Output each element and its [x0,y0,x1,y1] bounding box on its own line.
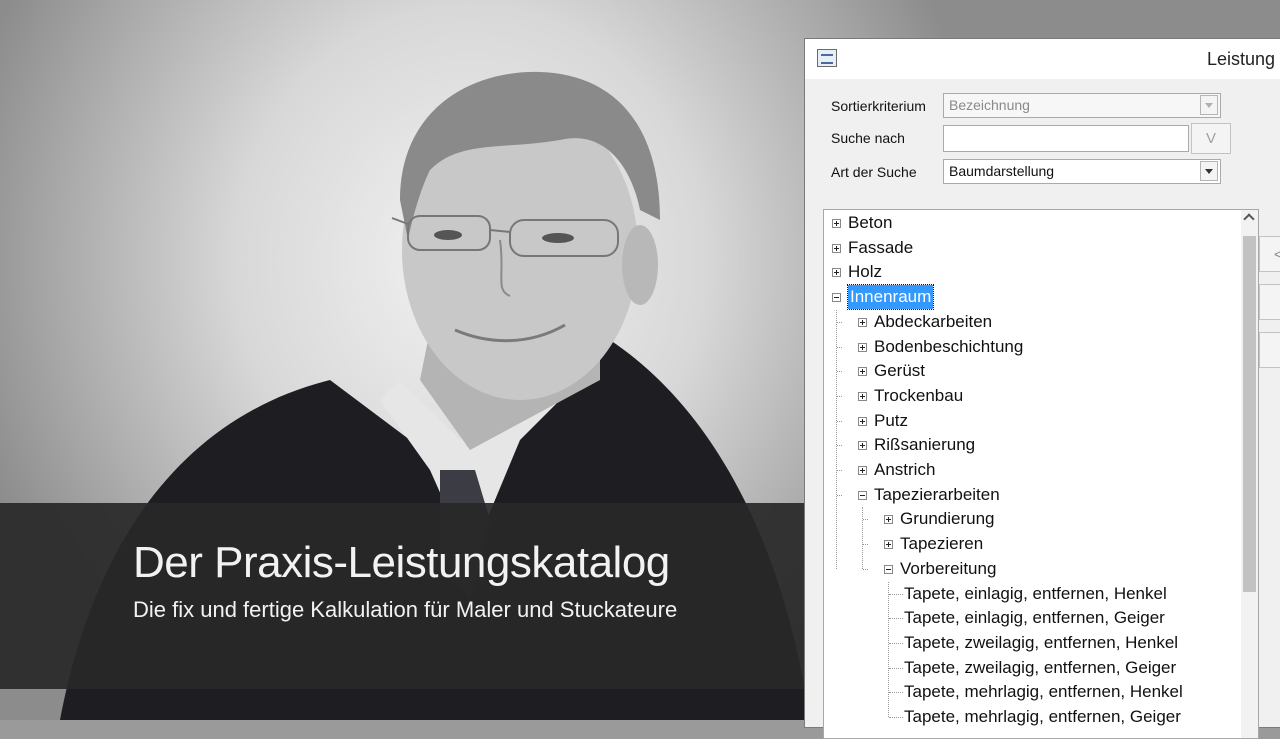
tree-connector [837,321,842,323]
tree-node[interactable]: Vorbereitung [900,557,996,581]
collapse-icon[interactable] [858,490,867,500]
video-subtitle: Die fix und fertige Kalkulation für Male… [133,597,678,622]
dialog-titlebar[interactable]: Leistung [805,39,1280,79]
chevron-down-icon[interactable] [1200,161,1218,181]
expand-icon[interactable] [858,391,867,401]
tree-connector [889,618,903,620]
tree-node[interactable]: Tapete, mehrlagig, entfernen, Henkel [904,680,1183,704]
chevron-down-icon[interactable] [1200,95,1218,115]
sort-select[interactable]: Bezeichnung [943,93,1221,118]
tree-node[interactable]: Grundierung [900,507,995,531]
tree-node[interactable]: Fassade [848,236,913,260]
expand-icon[interactable] [832,243,841,253]
app-window-icon[interactable] [817,49,837,67]
tree-connector [837,445,842,447]
tree-node[interactable]: Anstrich [874,458,935,482]
tree-node[interactable]: Tapezierarbeiten [874,483,1000,507]
tree-node[interactable]: Tapete, mehrlagig, entfernen, Geiger [904,705,1181,729]
tree-connector [888,581,889,717]
tree-node[interactable]: Tapete, zweilagig, entfernen, Henkel [904,631,1178,655]
expand-icon[interactable] [832,219,841,228]
expand-icon[interactable] [858,367,867,377]
collapse-icon[interactable] [884,564,893,574]
side-button-3[interactable] [1259,332,1280,368]
tree-connector [889,692,903,694]
category-tree[interactable]: Beton Fassade Holz Innenraum Abdeckarbeiten B… [823,209,1259,739]
tree-connector [837,371,842,373]
sort-label: Sortierkriterium [831,98,926,114]
tree-node[interactable]: Innenraum [846,284,935,311]
tree-connector [889,667,903,669]
search-label: Suche nach [831,130,905,146]
tree-connector [889,593,903,595]
search-button[interactable]: V [1191,123,1231,154]
expand-icon[interactable] [832,268,841,278]
expand-icon[interactable] [858,441,867,451]
tree-node[interactable]: Beton [848,211,892,235]
leistung-dialog: Leistung Sortierkriterium Bezeichnung Su… [804,38,1280,739]
tree-connector [837,420,842,422]
expand-icon[interactable] [884,515,893,525]
tree-node[interactable]: Bodenbeschichtung [874,335,1023,359]
expand-icon[interactable] [858,342,867,352]
tree-scrollbar[interactable] [1241,210,1258,738]
tree-connector [837,470,842,471]
expand-icon[interactable] [858,466,867,475]
sort-select-value: Bezeichnung [949,97,1030,113]
search-input[interactable] [943,125,1189,152]
side-button-1-label: < [1274,246,1280,262]
scroll-thumb[interactable] [1243,236,1256,592]
tree-connector [862,507,863,569]
side-button-1[interactable]: < [1259,236,1280,272]
tree-connector [863,519,868,521]
side-button-2[interactable] [1259,284,1280,320]
tree-connector [889,717,903,718]
tree-connector [863,568,868,570]
tree-node[interactable]: Rißsanierung [874,433,975,457]
expand-icon[interactable] [858,317,867,327]
tree-node[interactable]: Tapete, einlagig, entfernen, Henkel [904,582,1167,606]
tree-connector [837,395,842,397]
collapse-icon[interactable] [832,293,841,303]
tree-node[interactable]: Trockenbau [874,384,963,408]
video-title: Der Praxis-Leistungskatalog [133,538,670,587]
expand-icon[interactable] [858,416,867,426]
mode-select[interactable]: Baumdarstellung [943,159,1221,184]
tree-connector [889,642,903,644]
tree-node[interactable]: Holz [848,260,882,284]
mode-label: Art der Suche [831,164,917,180]
tree-node[interactable]: Putz [874,409,908,433]
scroll-up-icon[interactable] [1241,210,1258,227]
tree-node[interactable]: Tapete, einlagig, entfernen, Geiger [904,606,1165,630]
dialog-title: Leistung [1207,49,1276,69]
mode-select-value: Baumdarstellung [949,163,1055,179]
expand-icon[interactable] [884,540,893,550]
tree-node[interactable]: Abdeckarbeiten [874,310,992,334]
tree-node[interactable]: Gerüst [874,359,925,383]
tree-connector [837,346,842,348]
tree-connector [863,544,868,546]
tree-node[interactable]: Tapete, zweilagig, entfernen, Geiger [904,656,1176,680]
tree-connector [837,494,842,496]
tree-node[interactable]: Tapezieren [900,532,983,556]
tree-connector [836,309,837,569]
